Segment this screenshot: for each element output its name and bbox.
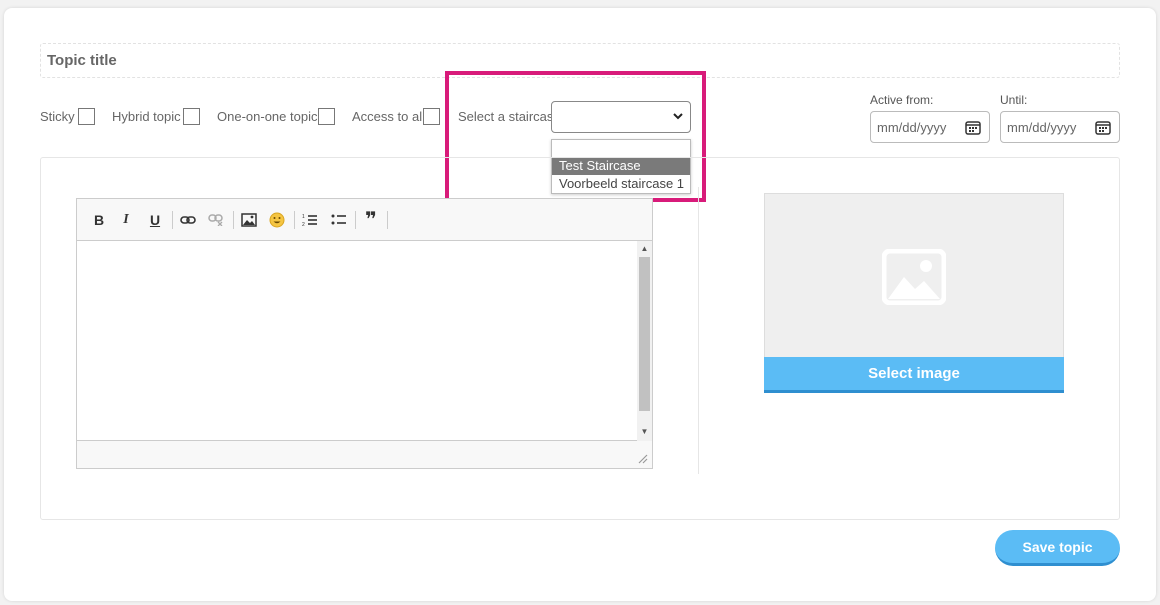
hybrid-topic-checkbox[interactable] <box>183 108 200 125</box>
calendar-icon[interactable] <box>1095 120 1111 135</box>
staircase-select[interactable] <box>551 101 691 133</box>
chevron-down-icon <box>672 110 684 125</box>
sticky-label: Sticky <box>40 109 75 124</box>
toolbar-separator <box>233 211 234 229</box>
active-from-input[interactable]: mm/dd/yyyy <box>870 111 990 143</box>
save-topic-button[interactable]: Save topic <box>995 530 1120 566</box>
resize-handle-icon[interactable] <box>638 454 648 464</box>
calendar-icon[interactable] <box>965 120 981 135</box>
panel-divider <box>698 187 699 474</box>
toolbar-separator <box>387 211 388 229</box>
emoji-icon[interactable] <box>267 210 287 230</box>
editor-text-area[interactable]: ▲ ▼ <box>77 241 652 441</box>
topic-title-input[interactable] <box>40 43 1120 78</box>
image-placeholder-icon <box>882 249 946 305</box>
active-from-label: Active from: <box>870 93 934 107</box>
scroll-down-icon[interactable]: ▼ <box>637 425 652 439</box>
one-on-one-checkbox[interactable] <box>318 108 335 125</box>
one-on-one-label: One-on-one topic <box>217 109 318 124</box>
scroll-up-icon[interactable]: ▲ <box>637 242 652 256</box>
toolbar-separator <box>172 211 173 229</box>
italic-icon[interactable]: I <box>116 210 136 230</box>
bold-icon[interactable]: B <box>89 210 109 230</box>
numbered-list-icon[interactable]: 12 <box>300 210 320 230</box>
image-upload-box: Select image <box>764 193 1064 393</box>
toolbar-separator <box>294 211 295 229</box>
hybrid-topic-label: Hybrid topic <box>112 109 181 124</box>
unlink-icon[interactable] <box>206 210 226 230</box>
svg-text:2: 2 <box>302 222 305 227</box>
sticky-checkbox[interactable] <box>78 108 95 125</box>
link-icon[interactable] <box>178 210 198 230</box>
until-placeholder: mm/dd/yyyy <box>1007 120 1077 135</box>
image-icon[interactable] <box>239 210 259 230</box>
staircase-option-empty[interactable] <box>552 140 690 157</box>
toolbar-separator <box>355 211 356 229</box>
editor-scrollbar[interactable]: ▲ ▼ <box>637 241 652 441</box>
rich-text-editor: B I U 12 ❞ ▲ ▼ <box>76 198 653 469</box>
select-image-button[interactable]: Select image <box>764 357 1064 393</box>
underline-icon[interactable]: U <box>145 210 165 230</box>
scroll-thumb[interactable] <box>639 257 650 411</box>
access-all-label: Access to all <box>352 109 425 124</box>
editor-toolbar: B I U 12 ❞ <box>77 199 652 241</box>
until-input[interactable]: mm/dd/yyyy <box>1000 111 1120 143</box>
staircase-label: Select a staircase <box>458 109 561 124</box>
access-all-checkbox[interactable] <box>423 108 440 125</box>
blockquote-icon[interactable]: ❞ <box>361 210 381 230</box>
active-from-placeholder: mm/dd/yyyy <box>877 120 947 135</box>
svg-text:1: 1 <box>302 214 305 220</box>
bullet-list-icon[interactable] <box>329 210 349 230</box>
until-label: Until: <box>1000 93 1028 107</box>
